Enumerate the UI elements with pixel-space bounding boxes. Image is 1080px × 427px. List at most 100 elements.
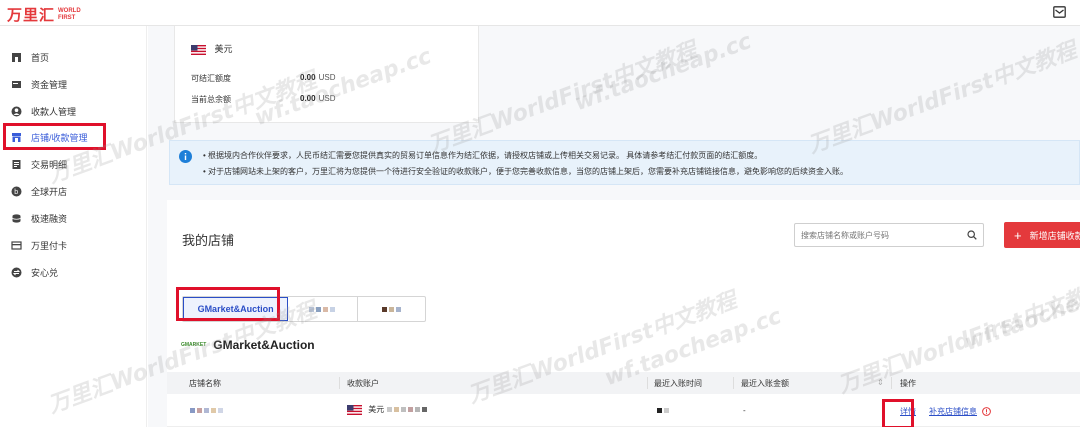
- col-store-name: 店铺名称: [189, 379, 221, 388]
- redacted-block: [401, 407, 407, 412]
- redacted-block: [211, 408, 216, 413]
- redacted-block: [204, 408, 209, 413]
- redacted-block: [388, 306, 394, 312]
- col-last-amount: 最近入账金额: [741, 379, 789, 388]
- document-icon: [10, 158, 22, 170]
- redacted-block: [394, 407, 400, 412]
- annotation-highlight-tab: [176, 287, 280, 321]
- section-title: 我的店铺: [182, 233, 235, 248]
- redacted-block: [664, 408, 669, 413]
- plus-icon: +: [1014, 227, 1022, 243]
- total-balance-value: 0.00 USD: [300, 94, 336, 103]
- notice-line-2: • 对于店铺网站未上架的客户，万里汇将为您提供一个待进行安全验证的收款账户，便于…: [203, 167, 849, 176]
- supplement-store-info-link[interactable]: 补充店铺信息: [929, 406, 992, 417]
- currency-header: 美元: [191, 42, 233, 55]
- column-divider: [647, 377, 648, 389]
- logo-text-cn: 万里汇: [7, 7, 56, 24]
- last-time-redacted: [656, 406, 670, 415]
- table-row: 美元 - 详情 补充店铺信息: [167, 394, 1080, 427]
- sidebar-item-financing[interactable]: 极速融资: [10, 208, 67, 228]
- sidebar-item-label: 收款人管理: [31, 106, 77, 117]
- logo-text-en: WORLD FIRST: [58, 7, 81, 21]
- redacted-block: [323, 306, 329, 312]
- gmarket-logo: GMARKET: [181, 342, 207, 348]
- redacted-block: [387, 407, 393, 412]
- platform-header: GMARKET GMarket&Auction: [181, 338, 315, 352]
- column-divider: [891, 377, 892, 389]
- redacted-block: [309, 306, 315, 312]
- col-account: 收款账户: [347, 379, 379, 388]
- redacted-block: [381, 306, 387, 312]
- platform-name: GMarket&Auction: [213, 338, 315, 352]
- home-icon: [10, 51, 22, 63]
- sidebar-item-payees[interactable]: 收款人管理: [10, 101, 76, 121]
- last-amount: -: [743, 406, 746, 415]
- sidebar-item-transactions[interactable]: 交易明细: [10, 154, 67, 174]
- redacted-block: [316, 306, 322, 312]
- sidebar-item-label: 万里付卡: [31, 240, 68, 251]
- sidebar-item-home[interactable]: 首页: [10, 47, 49, 67]
- sidebar-item-label: 资金管理: [31, 79, 68, 90]
- redacted-block: [408, 407, 414, 412]
- exchange-icon: [10, 266, 22, 278]
- annotation-highlight-detail: [882, 399, 914, 427]
- total-balance-label: 当前总余额: [191, 95, 231, 104]
- redacted-block: [415, 407, 421, 412]
- stores-table-header: 店铺名称 收款账户 最近入账时间 最近入账金额 ⇕ 操作: [167, 372, 1080, 394]
- warning-icon: [982, 407, 992, 417]
- worldfirst-logo[interactable]: 万里汇 WORLD FIRST: [7, 4, 81, 25]
- sidebar-item-exchange[interactable]: 安心兑: [10, 262, 58, 282]
- balance-card: 美元 可结汇额度 0.00 USD 当前总余额 0.00 USD: [174, 26, 479, 123]
- account-cell: 美元: [347, 404, 428, 415]
- us-flag-icon: [191, 44, 206, 55]
- redacted-block: [657, 408, 662, 413]
- redacted-block: [218, 408, 223, 413]
- my-stores-section: 我的店铺 + 新增店铺收款 GMarket&Auction GMARKET GM…: [167, 200, 1080, 427]
- info-notice: • 根据境内合作伙伴要求，人民币结汇需要您提供真实的贸易订单信息作为结汇依据，请…: [169, 140, 1080, 185]
- redacted-block: [330, 306, 336, 312]
- user-icon: [10, 105, 22, 117]
- col-actions: 操作: [900, 379, 916, 388]
- redacted-block: [422, 407, 428, 412]
- sidebar-item-card[interactable]: 万里付卡: [10, 235, 67, 255]
- sidebar: 首页 资金管理 收款人管理 店铺/收款管理 交易明细 b 全球开店 极速融资 万…: [0, 26, 147, 427]
- sidebar-item-funds[interactable]: 资金管理: [10, 74, 67, 94]
- wallet-icon: [10, 78, 22, 90]
- sidebar-item-label: 首页: [31, 52, 50, 63]
- tab-platform-2[interactable]: [288, 297, 358, 321]
- sidebar-item-label: 全球开店: [31, 186, 68, 197]
- store-search-input[interactable]: [795, 224, 955, 246]
- sidebar-item-label: 极速融资: [31, 213, 68, 224]
- store-search-box: [794, 223, 984, 247]
- search-icon[interactable]: [967, 230, 977, 240]
- column-divider: [733, 377, 734, 389]
- card-icon: [10, 239, 22, 251]
- settle-quota-label: 可结汇额度: [191, 74, 231, 83]
- settle-quota-value: 0.00 USD: [300, 73, 336, 82]
- currency-label: 美元: [214, 44, 233, 54]
- tab-platform-3[interactable]: [358, 297, 425, 321]
- coins-icon: [10, 212, 22, 224]
- sidebar-item-label: 交易明细: [31, 159, 68, 170]
- redacted-block: [190, 408, 195, 413]
- mail-icon[interactable]: [1053, 6, 1066, 18]
- redacted-block: [197, 408, 202, 413]
- annotation-highlight-stores: [3, 123, 106, 150]
- account-currency: 美元: [368, 405, 385, 414]
- add-store-button[interactable]: + 新增店铺收款: [1004, 222, 1080, 248]
- sidebar-item-label: 安心兑: [31, 267, 59, 278]
- sidebar-item-global-store[interactable]: b 全球开店: [10, 181, 67, 201]
- us-flag-icon: [347, 404, 362, 415]
- redacted-block: [395, 306, 401, 312]
- top-bar: 万里汇 WORLD FIRST: [0, 0, 1080, 26]
- info-icon: [179, 150, 192, 163]
- sort-icon[interactable]: ⇕: [877, 378, 884, 387]
- add-store-label: 新增店铺收款: [1029, 230, 1080, 241]
- column-divider: [339, 377, 340, 389]
- svg-text:b: b: [14, 189, 18, 196]
- store-name-redacted: [189, 406, 224, 415]
- col-last-time: 最近入账时间: [654, 379, 702, 388]
- globe-icon: b: [10, 185, 22, 197]
- notice-line-1: • 根据境内合作伙伴要求，人民币结汇需要您提供真实的贸易订单信息作为结汇依据，请…: [203, 151, 763, 160]
- main-content: 美元 可结汇额度 0.00 USD 当前总余额 0.00 USD • 根据境内合作伙…: [148, 26, 1080, 427]
